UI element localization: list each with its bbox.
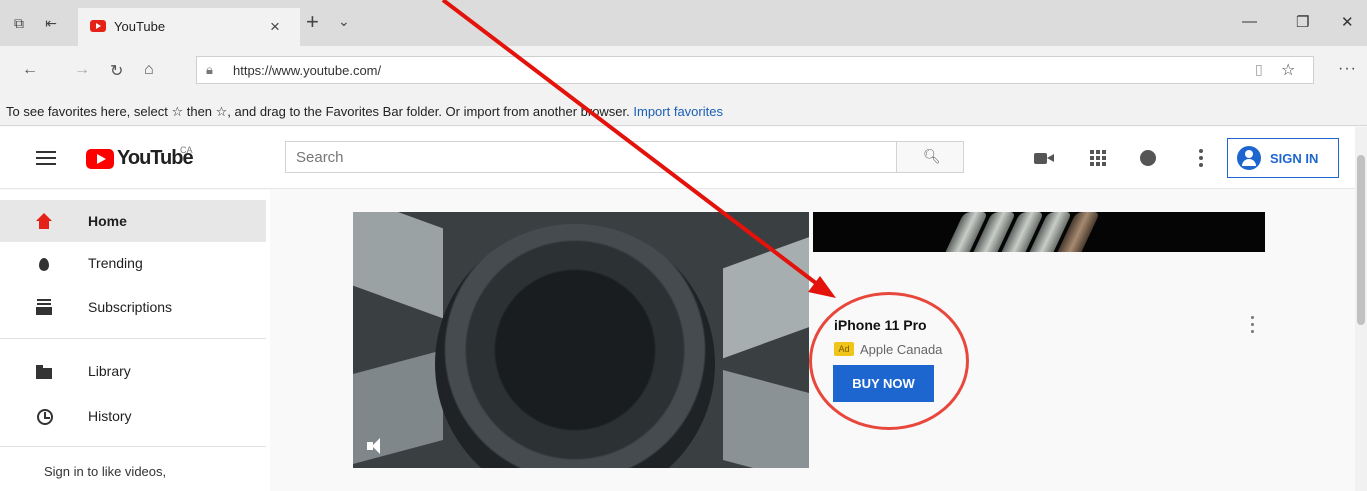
hamburger-menu-icon[interactable]	[36, 151, 56, 165]
youtube-favicon-icon	[90, 20, 106, 32]
favorites-bar-message: To see favorites here, select ☆ then ☆, …	[6, 104, 723, 120]
browser-tab-bar: ⧉ ⇤ YouTube × + ⌄ — ❐ ✕	[0, 0, 1367, 46]
ad-video-player[interactable]	[353, 212, 809, 468]
apps-grid-icon[interactable]	[1087, 147, 1109, 169]
search-icon: 🔍︎	[923, 148, 941, 164]
youtube-header: YouTube CA 🔍︎ SIGN IN	[0, 127, 1355, 189]
sidebar-item-label: Home	[88, 213, 127, 229]
country-code: CA	[180, 145, 193, 155]
video-frame-detail	[353, 212, 443, 319]
sidebar-item-subscriptions[interactable]: Subscriptions	[0, 286, 266, 328]
tab-actions-icon[interactable]: ⧉	[10, 14, 28, 32]
mute-icon[interactable]	[365, 436, 387, 458]
sidebar-item-label: Subscriptions	[88, 299, 173, 315]
account-circle-icon	[1237, 146, 1261, 170]
ad-banner-image[interactable]	[813, 212, 1265, 252]
back-icon[interactable]: ←	[22, 61, 38, 79]
set-aside-tabs-icon[interactable]: ⇤	[42, 14, 60, 32]
messages-icon[interactable]	[1138, 147, 1160, 169]
sidebar-divider	[0, 446, 266, 447]
home-icon	[36, 213, 52, 229]
page-scrollbar[interactable]	[1355, 127, 1367, 491]
search-input[interactable]	[286, 142, 896, 172]
sidebar-divider	[0, 338, 266, 339]
sidebar-item-label: Library	[88, 363, 131, 379]
lock-icon: 🔒︎	[206, 62, 213, 77]
minimize-icon[interactable]: —	[1242, 13, 1257, 30]
annotation-circle	[809, 292, 969, 430]
restore-icon[interactable]: ❐	[1296, 13, 1309, 31]
tab-close-icon[interactable]: ×	[270, 17, 280, 37]
tab-youtube[interactable]: YouTube ×	[78, 8, 300, 46]
favorites-bar: To see favorites here, select ☆ then ☆, …	[0, 96, 1367, 126]
reading-view-icon[interactable]: ▯	[1255, 61, 1263, 78]
favorite-star-icon[interactable]: ☆	[1281, 60, 1295, 80]
import-favorites-link[interactable]: Import favorites	[633, 104, 723, 119]
history-icon	[36, 408, 53, 425]
sidebar-item-home[interactable]: Home	[0, 200, 266, 242]
search-button[interactable]: 🔍︎	[896, 141, 964, 173]
sign-in-prompt: Sign in to like videos,	[44, 464, 167, 479]
sidebar: Home Trending Subscriptions Library Hist…	[0, 190, 270, 491]
forward-icon[interactable]: →	[74, 61, 90, 79]
sidebar-item-trending[interactable]: Trending	[0, 242, 266, 284]
new-tab-icon[interactable]: +	[306, 11, 319, 33]
settings-more-icon[interactable]	[1190, 147, 1212, 169]
tab-list-chevron-icon[interactable]: ⌄	[338, 13, 350, 30]
sidebar-item-history[interactable]: History	[0, 395, 266, 437]
video-frame-detail	[723, 235, 809, 359]
video-frame-detail	[723, 369, 809, 468]
window-close-icon[interactable]: ✕	[1341, 13, 1354, 31]
subscriptions-icon	[36, 299, 52, 315]
search-box	[285, 141, 897, 173]
refresh-icon[interactable]: ↻	[110, 61, 123, 81]
address-bar-row: ← → ↻ ⌂ 🔒︎ https://www.youtube.com/ ▯ ☆ …	[0, 46, 1367, 96]
url-text: https://www.youtube.com/	[233, 63, 382, 78]
browser-menu-icon[interactable]: ···	[1338, 60, 1357, 78]
youtube-play-logo-icon	[86, 149, 114, 169]
trending-icon	[36, 255, 52, 271]
ad-more-icon[interactable]	[1250, 316, 1256, 334]
tab-title: YouTube	[114, 19, 166, 34]
sidebar-item-label: Trending	[88, 255, 143, 271]
sidebar-item-label: History	[88, 408, 132, 424]
library-icon	[36, 363, 52, 379]
video-frame-detail	[435, 224, 715, 468]
scrollbar-thumb[interactable]	[1357, 155, 1365, 325]
home-browser-icon[interactable]: ⌂	[144, 61, 154, 79]
url-field[interactable]: 🔒︎ https://www.youtube.com/ ▯ ☆	[196, 56, 1314, 84]
create-video-icon[interactable]	[1033, 147, 1055, 169]
sidebar-item-library[interactable]: Library	[0, 350, 266, 392]
sign-in-label: SIGN IN	[1270, 151, 1319, 166]
sign-in-button[interactable]: SIGN IN	[1227, 138, 1339, 178]
favorites-instructions: To see favorites here, select ☆ then ☆, …	[6, 104, 630, 119]
